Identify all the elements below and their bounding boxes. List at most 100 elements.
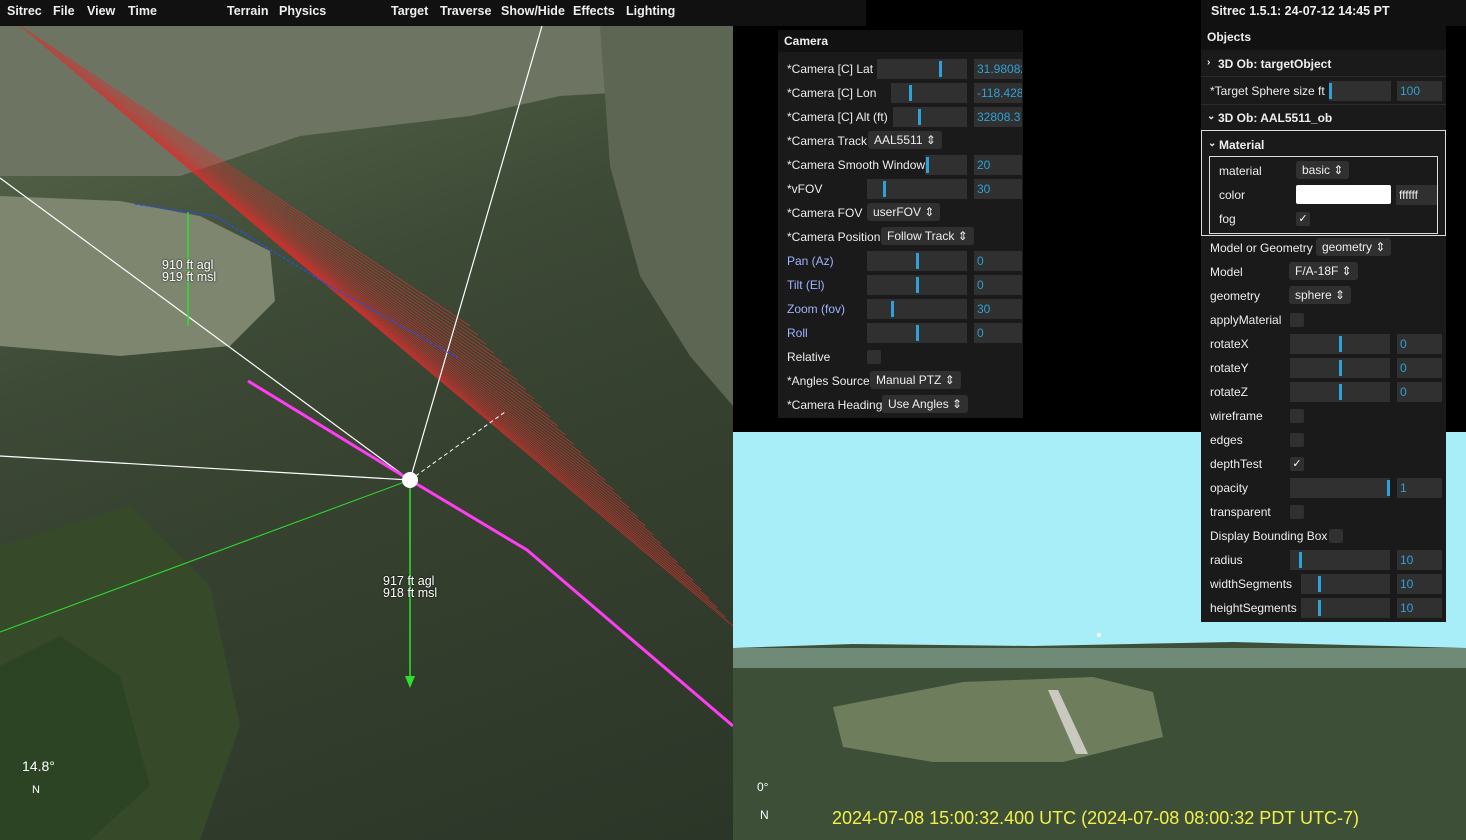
- rotate-y-value[interactable]: 0: [1397, 358, 1442, 378]
- wireframe-checkbox[interactable]: [1290, 409, 1304, 423]
- relative-label: Relative: [787, 350, 831, 364]
- folder-aal5511-label: 3D Ob: AAL5511_ob: [1218, 111, 1333, 125]
- camera-lat-value[interactable]: 31.98082: [974, 59, 1022, 79]
- model-or-geometry-select[interactable]: geometry ⇕: [1316, 238, 1392, 256]
- target-sphere-value[interactable]: 100: [1397, 81, 1442, 101]
- menu-target[interactable]: Target: [391, 4, 428, 18]
- wireframe-row: wireframe: [1201, 404, 1446, 428]
- slider-knob: [1339, 360, 1342, 376]
- radius-slider[interactable]: [1290, 550, 1390, 570]
- compass-right-heading: 0°: [757, 780, 769, 794]
- fog-label: fog: [1219, 212, 1236, 226]
- opacity-label: opacity: [1210, 481, 1249, 495]
- menu-time[interactable]: Time: [128, 4, 157, 18]
- rotate-x-value[interactable]: 0: [1397, 334, 1442, 354]
- width-segments-value[interactable]: 10: [1397, 574, 1442, 594]
- apply-material-row: applyMaterial: [1201, 308, 1446, 332]
- camera-fov-select[interactable]: userFOV ⇕: [867, 203, 941, 221]
- camera-fov-label: *Camera FOV: [787, 206, 863, 220]
- frustum-line: [248, 219, 702, 590]
- camera-position-row: *Camera Position Follow Track ⇕: [778, 225, 1023, 249]
- folder-aal5511[interactable]: ⌄ 3D Ob: AAL5511_ob: [1201, 106, 1446, 130]
- chevron-right-icon: ›: [1207, 57, 1211, 68]
- apply-material-checkbox[interactable]: [1290, 313, 1304, 327]
- rotate-y-slider[interactable]: [1290, 358, 1390, 378]
- opacity-value[interactable]: 1: [1397, 478, 1442, 498]
- width-segments-slider[interactable]: [1301, 574, 1390, 594]
- zoom-value[interactable]: 30: [974, 299, 1022, 319]
- color-swatch[interactable]: [1296, 185, 1391, 204]
- camera-alt-value[interactable]: 32808.3: [974, 107, 1022, 127]
- tilt-slider[interactable]: [867, 275, 967, 295]
- model-select[interactable]: F/A-18F ⇕: [1289, 262, 1358, 280]
- opacity-slider[interactable]: [1290, 478, 1390, 498]
- height-segments-label: heightSegments: [1210, 601, 1297, 615]
- folder-target-object[interactable]: › 3D Ob: targetObject: [1201, 52, 1446, 76]
- geometry-select[interactable]: sphere ⇕: [1289, 286, 1352, 304]
- slider-knob: [1318, 576, 1321, 592]
- model-or-geometry-value: geometry: [1322, 240, 1373, 254]
- pan-value[interactable]: 0: [974, 251, 1022, 271]
- angles-source-select[interactable]: Manual PTZ ⇕: [870, 371, 961, 389]
- camera-heading-select[interactable]: Use Angles ⇕: [882, 395, 969, 413]
- camera-panel: Camera *Camera [C] Lat 31.98082 *Camera …: [778, 30, 1023, 418]
- fog-checkbox[interactable]: ✓: [1296, 212, 1310, 226]
- material-subgroup: material basic ⇕ color ffffff fog ✓: [1209, 156, 1438, 234]
- folder-material[interactable]: ⌄ Material: [1202, 133, 1445, 157]
- vfov-label: *vFOV: [787, 182, 823, 196]
- menu-lighting[interactable]: Lighting: [626, 4, 675, 18]
- menu-view[interactable]: View: [87, 4, 115, 18]
- los-line-3: [0, 455, 411, 481]
- camera-alt-slider[interactable]: [893, 107, 967, 127]
- camera-lon-value[interactable]: -118.428: [974, 83, 1022, 103]
- tilt-value[interactable]: 0: [974, 275, 1022, 295]
- zoom-slider[interactable]: [867, 299, 967, 319]
- material-group: ⌄ Material material basic ⇕ color ffffff…: [1201, 130, 1446, 236]
- depth-test-checkbox[interactable]: ✓: [1290, 457, 1304, 471]
- menu-terrain[interactable]: Terrain: [227, 4, 268, 18]
- angles-source-label: *Angles Source: [787, 374, 870, 388]
- radius-value[interactable]: 10: [1397, 550, 1442, 570]
- depth-test-row: depthTest ✓: [1201, 452, 1446, 476]
- rotate-y-row: rotateY 0: [1201, 356, 1446, 380]
- camera-smooth-slider[interactable]: [925, 155, 967, 175]
- rotate-z-value[interactable]: 0: [1397, 382, 1442, 402]
- roll-row: Roll 0: [778, 321, 1023, 345]
- camera-smooth-value[interactable]: 20: [974, 155, 1022, 175]
- camera-track-select[interactable]: AAL5511 ⇕: [868, 131, 942, 149]
- color-value[interactable]: ffffff: [1396, 185, 1437, 205]
- rotate-x-slider[interactable]: [1290, 334, 1390, 354]
- main-3d-view[interactable]: 910 ft agl 919 ft msl 917 ft agl 918 ft …: [0, 26, 733, 840]
- vfov-value[interactable]: 30: [974, 179, 1022, 199]
- relative-checkbox[interactable]: [867, 350, 881, 364]
- target-sphere-slider[interactable]: [1329, 81, 1391, 101]
- menu-physics[interactable]: Physics: [279, 4, 326, 18]
- camera-position-value: Follow Track: [887, 229, 955, 243]
- camera-lat-slider[interactable]: [877, 59, 967, 79]
- menu-file[interactable]: File: [53, 4, 75, 18]
- roll-slider[interactable]: [867, 323, 967, 343]
- horizon-haze: [733, 648, 1466, 668]
- camera-position-select[interactable]: Follow Track ⇕: [881, 227, 974, 245]
- roll-label: Roll: [787, 326, 808, 340]
- menu-show-hide[interactable]: Show/Hide: [501, 4, 565, 18]
- height-segments-value[interactable]: 10: [1397, 598, 1442, 618]
- camera-fov-value: userFOV: [873, 205, 922, 219]
- color-label: color: [1219, 188, 1246, 202]
- vfov-slider[interactable]: [867, 179, 967, 199]
- frustum-line: [177, 159, 630, 509]
- menu-effects[interactable]: Effects: [573, 4, 615, 18]
- menu-sitrec[interactable]: Sitrec: [7, 4, 42, 18]
- menu-traverse[interactable]: Traverse: [440, 4, 491, 18]
- pan-slider[interactable]: [867, 251, 967, 271]
- transparent-checkbox[interactable]: [1290, 505, 1304, 519]
- rotate-z-slider[interactable]: [1290, 382, 1390, 402]
- material-select[interactable]: basic ⇕: [1296, 161, 1350, 179]
- bounding-box-checkbox[interactable]: [1329, 529, 1343, 543]
- roll-value[interactable]: 0: [974, 323, 1022, 343]
- camera-lon-slider[interactable]: [891, 83, 967, 103]
- edges-checkbox[interactable]: [1290, 433, 1304, 447]
- height-segments-slider[interactable]: [1301, 598, 1390, 618]
- camera-track-row: *Camera Track AAL5511 ⇕: [778, 129, 1023, 153]
- folder-material-label: Material: [1219, 138, 1265, 152]
